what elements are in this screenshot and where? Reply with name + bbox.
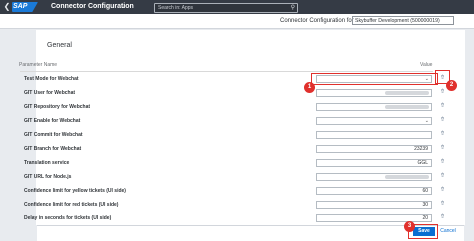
confidence-yellow-field[interactable]: 60 xyxy=(316,187,432,195)
value-help-icon[interactable]: ⇮ xyxy=(438,213,447,221)
row-label-confidence-red: Confidence limit for red tickets (UI sid… xyxy=(24,202,119,208)
row-label-test-mode: Test Mode for Webchat xyxy=(24,76,79,82)
field-value: 60 xyxy=(422,188,428,194)
field-value: 30 xyxy=(422,202,428,208)
context-select[interactable]: Skybuffer Development (500000019) xyxy=(352,16,454,25)
value-help-icon[interactable]: ⇮ xyxy=(438,116,447,124)
dropdown-caret-icon: ⌄ xyxy=(424,118,429,124)
column-header-value: Value xyxy=(420,62,433,68)
git-branch-field[interactable]: 23239 xyxy=(316,145,432,153)
callout-badge-1: 1 xyxy=(304,82,315,93)
row-label-translation-service: Translation service xyxy=(24,160,70,166)
masked-value xyxy=(385,91,429,95)
git-url-nodejs-field[interactable] xyxy=(316,173,432,181)
row-label-delay-seconds: Delay in seconds for tickets (UI side) xyxy=(24,215,112,221)
value-help-icon[interactable]: ⇮ xyxy=(438,158,447,166)
field-value: 20 xyxy=(422,215,428,221)
confidence-red-field[interactable]: 30 xyxy=(316,201,432,209)
git-user-field[interactable] xyxy=(316,89,432,97)
translation-service-field[interactable]: GGL xyxy=(316,159,432,167)
value-help-icon[interactable]: ⇮ xyxy=(438,130,447,138)
value-help-icon[interactable]: ⇮ xyxy=(438,186,447,194)
field-value: GGL xyxy=(417,160,428,166)
value-help-icon[interactable]: ⇮ xyxy=(438,200,447,208)
row-label-git-repository: GIT Repository for Webchat xyxy=(24,104,91,110)
row-label-confidence-yellow: Confidence limit for yellow tickets (UI … xyxy=(24,188,126,194)
callout-badge-3: 3 xyxy=(404,221,415,232)
header-divider xyxy=(20,71,433,72)
row-label-git-branch: GIT Branch for Webchat xyxy=(24,146,82,152)
search-placeholder: Search in: Apps xyxy=(158,5,194,11)
callout-badge-2: 2 xyxy=(446,80,457,91)
cancel-button[interactable]: Cancel xyxy=(440,227,456,236)
chevron-down-icon[interactable]: ⌄ xyxy=(119,2,127,12)
back-icon[interactable]: ❮ xyxy=(3,2,11,12)
git-commit-field[interactable] xyxy=(316,131,432,139)
sap-logo[interactable]: SAP xyxy=(12,2,38,12)
context-label: Connector Configuration for xyxy=(280,18,354,24)
field-value: 23239 xyxy=(414,146,428,152)
highlight-test-mode-field xyxy=(311,73,438,85)
row-label-git-user: GIT User for Webchat xyxy=(24,90,76,96)
section-title: General xyxy=(47,42,72,49)
row-label-git-enable: GIT Enable for Webchat xyxy=(24,118,81,124)
value-help-icon[interactable]: ⇮ xyxy=(438,102,447,110)
column-header-parameter: Parameter Name xyxy=(19,62,58,68)
delay-seconds-field[interactable]: 20 xyxy=(316,214,432,222)
masked-value xyxy=(385,175,429,179)
search-field[interactable]: Search in: Apps ⚲ xyxy=(154,3,298,13)
value-help-icon[interactable]: ⇮ xyxy=(438,88,447,96)
value-help-icon[interactable]: ⇮ xyxy=(438,144,447,152)
context-header: Connector Configuration for Skybuffer De… xyxy=(0,14,474,29)
row-label-git-url-nodejs: GIT URL for Node.js xyxy=(24,174,72,180)
masked-value xyxy=(385,105,429,109)
git-enable-select[interactable]: ⌄ xyxy=(316,117,432,125)
shell-bar: ❮ SAP Connector Configuration ⌄ Search i… xyxy=(0,0,474,14)
search-icon[interactable]: ⚲ xyxy=(291,4,295,12)
value-help-icon[interactable]: ⇮ xyxy=(438,172,447,180)
footer-toolbar xyxy=(37,225,464,241)
row-label-git-commit: GIT Commit for Webchat xyxy=(24,132,83,138)
git-repository-field[interactable] xyxy=(316,103,432,111)
general-panel: General xyxy=(36,30,465,225)
